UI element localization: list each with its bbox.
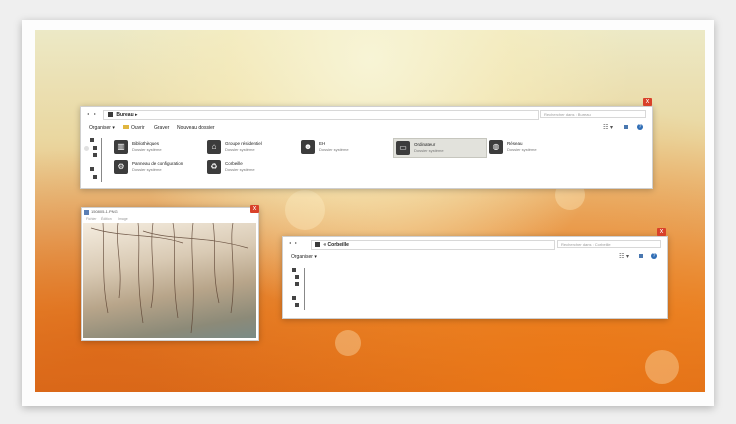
homegroup-icon: ⌂ xyxy=(207,140,221,154)
explorer-window: x ◂ ▸ Bureau ▸ Rechercher dans : Bureau … xyxy=(80,98,653,189)
close-button[interactable]: x xyxy=(657,228,666,236)
preview-pane-icon[interactable] xyxy=(639,254,643,258)
image-viewer-window: 150805-1.PNG x Fichier Édition Image xyxy=(81,205,259,341)
nav-pane-icon[interactable] xyxy=(93,146,97,150)
folder-icon xyxy=(108,112,113,118)
organize-menu[interactable]: Organiser ▾ xyxy=(291,254,317,260)
tile-control-panel[interactable]: ⚙ Panneau de configuration Dossier systè… xyxy=(114,160,206,178)
menu-file[interactable]: Fichier xyxy=(86,217,97,221)
tile-network[interactable]: ◍ Réseau Dossier système xyxy=(489,140,581,158)
close-button[interactable]: x xyxy=(643,98,652,106)
nav-pane-icon[interactable] xyxy=(93,175,97,179)
open-button[interactable]: Ouvrir xyxy=(123,125,145,131)
pane-divider xyxy=(304,268,305,310)
photo-canvas xyxy=(83,223,256,338)
paint-app-icon xyxy=(84,210,89,215)
bokeh-light xyxy=(645,350,679,384)
new-folder-button[interactable]: Nouveau dossier xyxy=(177,125,215,131)
bokeh-light xyxy=(285,190,325,230)
nav-pane-icon[interactable] xyxy=(295,303,299,307)
breadcrumb-arrow-icon[interactable]: ▸ xyxy=(135,112,138,118)
breadcrumb[interactable]: Bureau xyxy=(116,112,133,118)
network-icon: ◍ xyxy=(489,140,503,154)
tile-computer[interactable]: ▭ Ordinateur Dossier système xyxy=(393,138,487,158)
bokeh-light xyxy=(335,330,361,356)
nav-pane-icon[interactable] xyxy=(90,167,94,171)
menu-edit[interactable]: Édition xyxy=(101,217,112,221)
preview-pane-icon[interactable] xyxy=(624,125,628,129)
computer-icon: ▭ xyxy=(396,141,410,155)
back-button[interactable]: ◂ xyxy=(289,241,293,245)
view-options-button[interactable]: ☷ ▾ xyxy=(619,253,629,260)
user-icon: ☻ xyxy=(301,140,315,154)
view-options-button[interactable]: ☷ ▾ xyxy=(603,124,613,131)
nav-pane-icon[interactable] xyxy=(292,296,296,300)
branches-image xyxy=(90,223,249,334)
nav-pane-icon[interactable] xyxy=(295,282,299,286)
nav-pane-icon[interactable] xyxy=(90,138,94,142)
menu-image[interactable]: Image xyxy=(118,217,128,221)
organize-menu[interactable]: Organiser ▾ xyxy=(89,125,115,131)
tile-homegroup[interactable]: ⌂ Groupe résidentiel Dossier système xyxy=(207,140,299,158)
control-panel-icon: ⚙ xyxy=(114,160,128,174)
back-button[interactable]: ◂ xyxy=(87,112,91,116)
forward-button[interactable]: ▸ xyxy=(295,241,299,245)
recycle-bin-icon: ♻ xyxy=(207,160,221,174)
nav-pane-icon[interactable] xyxy=(93,153,97,157)
recycle-bin-window: x ◂ ▸ « Corbeille Rechercher dans : Corb… xyxy=(282,228,668,319)
window-title: 150805-1.PNG xyxy=(91,209,118,214)
search-input[interactable]: Rechercher dans : Bureau xyxy=(540,110,646,118)
recycle-bin-icon xyxy=(315,242,320,248)
forward-button[interactable]: ▸ xyxy=(94,112,98,116)
address-bar[interactable]: Bureau ▸ xyxy=(103,110,539,120)
tile-recycle-bin[interactable]: ♻ Corbeille Dossier système xyxy=(207,160,299,178)
address-bar[interactable]: « Corbeille xyxy=(311,240,555,250)
help-icon[interactable]: ? xyxy=(651,253,657,259)
tile-user[interactable]: ☻ EH Dossier système xyxy=(301,140,393,158)
nav-pane-icon[interactable] xyxy=(292,268,296,272)
breadcrumb[interactable]: « Corbeille xyxy=(323,242,349,248)
search-input[interactable]: Rechercher dans : Corbeille xyxy=(557,240,661,248)
close-button[interactable]: x xyxy=(250,205,259,213)
help-icon[interactable]: ? xyxy=(637,124,643,130)
nav-pane-icon[interactable] xyxy=(295,275,299,279)
pane-divider xyxy=(101,138,102,182)
library-icon: ▥ xyxy=(114,140,128,154)
burn-button[interactable]: Graver xyxy=(154,125,169,131)
folder-open-icon xyxy=(123,125,129,129)
tile-libraries[interactable]: ▥ Bibliothèques Dossier système xyxy=(114,140,206,158)
nav-pane-icon[interactable] xyxy=(84,146,89,151)
